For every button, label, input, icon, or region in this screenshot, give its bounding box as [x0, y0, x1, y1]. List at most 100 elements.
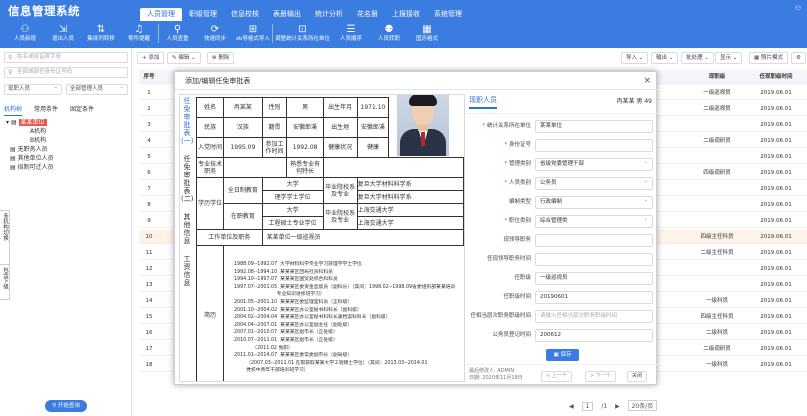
pager: ◀ 1 /1 ▶ 20条/页: [569, 400, 663, 411]
field-input[interactable]: 一级巡视员: [535, 272, 653, 285]
menu-item[interactable]: 上报接收: [385, 8, 427, 21]
spec-value[interactable]: [322, 157, 464, 178]
toolbar-dedupe-button[interactable]: ⚲ 人员查重: [158, 24, 196, 43]
toolbar-exit-button[interactable]: ⇲ 退出人员: [44, 24, 82, 43]
field-label: 公务员登记时间: [465, 329, 531, 342]
unit-select[interactable]: 全部管理人员: [66, 83, 128, 95]
menu-item[interactable]: 信息校核: [224, 8, 266, 21]
ij-school-1[interactable]: 上海交通大学: [356, 203, 464, 217]
sex-value[interactable]: 男: [286, 97, 324, 118]
tree-node[interactable]: A机构: [6, 127, 54, 136]
field-input[interactable]: 某某单位: [535, 120, 653, 133]
field-input[interactable]: [535, 253, 653, 266]
import-button[interactable]: 导入 ⌄: [621, 52, 649, 64]
ij-edu[interactable]: 大学: [261, 203, 324, 217]
ft-school-2[interactable]: 复旦大学材料科学系: [356, 190, 464, 204]
include-sub-tab[interactable]: 包含下级: [0, 264, 10, 300]
page-number[interactable]: 1: [581, 402, 594, 411]
field-input[interactable]: 请输入任相当层次职务职级时间: [535, 310, 653, 323]
close-button[interactable]: 关闭: [627, 371, 648, 382]
tree-node[interactable]: ▤ 其他单位人员: [6, 154, 54, 163]
toolbar-adjust-button[interactable]: ⊡ 调整统计关系所在单位: [272, 24, 332, 43]
tab-other-info[interactable]: 其他信息: [181, 213, 193, 245]
nation-value[interactable]: 汉族: [223, 117, 263, 138]
close-icon[interactable]: ×: [643, 72, 651, 90]
tree-label: 其他单位人员: [17, 155, 54, 162]
menu-item[interactable]: 系统管理: [427, 8, 469, 21]
save-button[interactable]: ▣ 保存: [546, 349, 579, 361]
panel-footer: 最后修改人: ADMIN 日期: 2020年11月19日 < 上一个 > 下一个 …: [465, 364, 658, 386]
native-value[interactable]: 安徽郎溪: [286, 117, 324, 138]
cell-rank: 二级调研员: [703, 346, 731, 352]
next-page-icon[interactable]: ▶: [615, 403, 620, 410]
field-select[interactable]: 公务员: [535, 176, 653, 190]
menu-item[interactable]: 统计分析: [308, 8, 350, 21]
field-input[interactable]: [535, 139, 653, 152]
field-select[interactable]: 综合管理类: [535, 214, 653, 228]
field-input[interactable]: 200612: [535, 329, 653, 342]
ft-school-1[interactable]: 复旦大学材料科学系: [356, 177, 464, 191]
prev-page-icon[interactable]: ◀: [569, 403, 574, 410]
cell-date: 2019.06.01: [760, 90, 792, 96]
toolbar-import-button[interactable]: ⊞ zb导格式导入: [234, 24, 272, 43]
tab-org-tree[interactable]: 机构树: [4, 104, 23, 116]
field-input[interactable]: [535, 234, 653, 247]
cell-no: 5: [147, 154, 151, 160]
batch-button[interactable]: 批处理 ⌄: [681, 52, 714, 64]
field-label: 现领导职务: [465, 234, 531, 247]
scope-select[interactable]: 现职人员: [4, 83, 62, 95]
edit-button[interactable]: ✎ 编辑 ⌄: [167, 52, 201, 64]
settings-button[interactable]: ⚙: [791, 52, 806, 64]
tree-node[interactable]: ▤ 拟制可迁人员: [6, 163, 54, 172]
toolbar-remind-button[interactable]: ♫ 零件提醒: [120, 24, 158, 43]
toolbar-post-button[interactable]: ⚉ 人员转职: [370, 24, 408, 43]
name-search-input[interactable]: ⚲ 姓名或拼音首字母: [4, 52, 128, 63]
add-button[interactable]: + 添加: [137, 52, 165, 64]
display-button[interactable]: 显示 ⌄: [715, 52, 743, 64]
photo-mode-button[interactable]: ▦ 照片模式: [749, 52, 788, 64]
tab-common[interactable]: 常用条件: [34, 104, 58, 116]
tech-value[interactable]: [223, 157, 288, 178]
export-button[interactable]: 输出 ⌄: [651, 52, 679, 64]
tab-salary-info[interactable]: 工资信息: [181, 255, 193, 287]
menu-item[interactable]: 职级管理: [182, 8, 224, 21]
toolbar-sync-button[interactable]: ⟳ 快速同步: [196, 24, 234, 43]
toolbar-add-button[interactable]: ⚇ 人员新增: [6, 24, 44, 43]
delete-button[interactable]: ⊗ 删除: [207, 52, 235, 64]
next-button[interactable]: > 下一个: [585, 371, 616, 382]
id-search-input[interactable]: ⚲ 全部城部任身份证号码: [4, 67, 128, 78]
party-value[interactable]: 1995.09: [223, 137, 263, 158]
ij-degree[interactable]: 工程硕士专业学位: [261, 216, 324, 230]
toolbar-format-button[interactable]: ▦ 国历格式: [408, 24, 446, 43]
health-value[interactable]: 健康: [356, 137, 390, 158]
user-icon[interactable]: ⚇: [795, 4, 801, 12]
cell-no: 12: [145, 266, 153, 272]
toolbar-order-button[interactable]: ☰ 人员顺序: [332, 24, 370, 43]
name-value[interactable]: 冉某某: [223, 97, 263, 118]
tab-current-staff[interactable]: 现职人员: [469, 95, 497, 109]
ij-school-2[interactable]: 上海交通大学: [356, 216, 464, 230]
tab-fixed[interactable]: 固定条件: [70, 104, 94, 116]
prev-button[interactable]: < 上一个: [541, 371, 572, 382]
start-query-button[interactable]: ⚲ 开始查询: [45, 400, 87, 412]
birth-value[interactable]: 1971.10: [356, 97, 390, 118]
menu-item[interactable]: 人员管理: [140, 8, 182, 21]
tree-node[interactable]: B机构: [6, 136, 54, 145]
birthplace-value[interactable]: 安徽郎溪: [356, 117, 390, 138]
toolbar-transfer-button[interactable]: ⇅ 集体列转移: [82, 24, 120, 43]
menu-item[interactable]: 花名册: [350, 8, 385, 21]
menu-item[interactable]: 表册输出: [266, 8, 308, 21]
field-input[interactable]: 20190601: [535, 291, 653, 304]
ft-edu[interactable]: 大学: [261, 177, 324, 191]
tree-node[interactable]: ▤ 无职务人员: [6, 145, 54, 154]
position-value[interactable]: 某某单位一级巡视员: [261, 229, 464, 246]
tree-node-root[interactable]: ▾ ▤ 某某单位: [6, 118, 54, 127]
field-select[interactable]: 省级党委管理干部: [535, 157, 653, 171]
field-select[interactable]: 行政编制: [535, 195, 653, 209]
ft-degree[interactable]: 理学学士学位: [261, 190, 324, 204]
tab-form-one[interactable]: 任免审批表(一): [181, 97, 193, 145]
cell-rank: 四级主任科员: [700, 314, 734, 320]
work-value[interactable]: 1992.08: [286, 137, 324, 158]
tab-form-two[interactable]: 任免审批表(二): [181, 155, 193, 203]
page-size-select[interactable]: 20条/页: [627, 400, 658, 411]
